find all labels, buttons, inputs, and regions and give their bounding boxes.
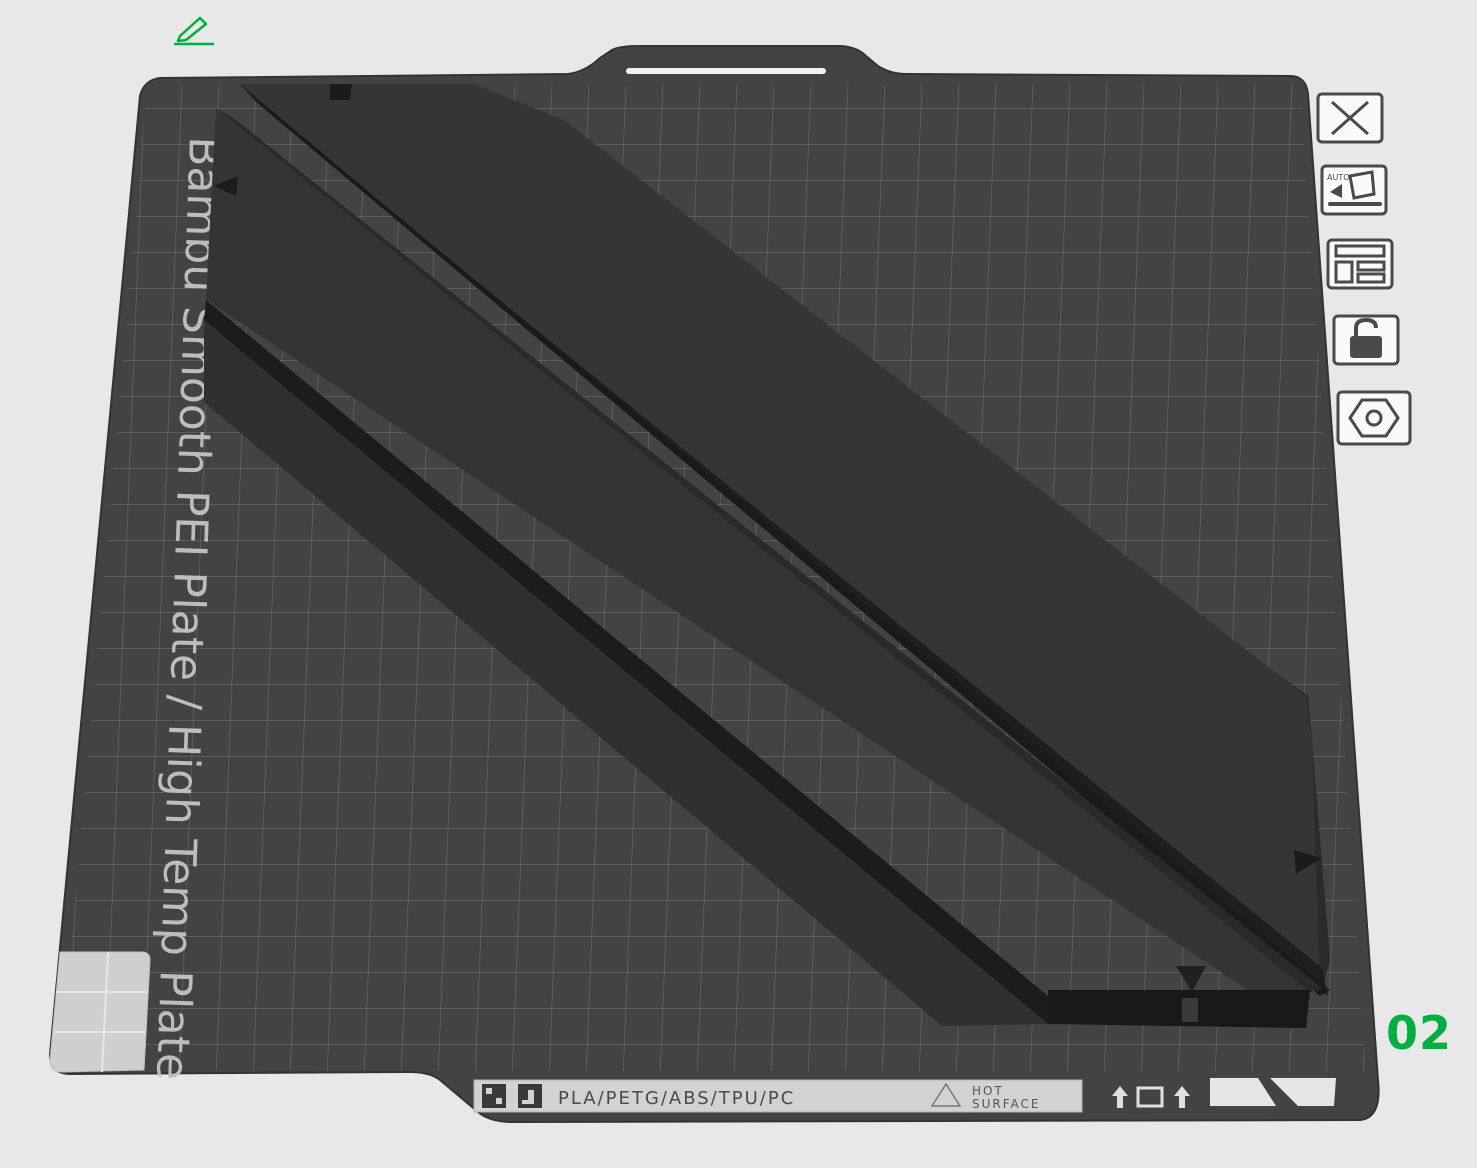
build-plate-viewport[interactable]: Bambu Smooth PEI Plate / High Temp Plate… [0, 0, 1477, 1168]
arrange-icon [1326, 238, 1394, 290]
plate-settings-button[interactable] [1336, 390, 1412, 446]
remove-plate-button[interactable] [1316, 92, 1384, 144]
arrange-button[interactable] [1326, 238, 1394, 290]
hex-settings-icon [1336, 390, 1412, 446]
hot-surface-line1: HOT [972, 1084, 1004, 1098]
pencil-icon[interactable] [170, 10, 218, 46]
hot-surface-line2: SURFACE [972, 1097, 1041, 1111]
auto-orient-icon: AUTO [1320, 164, 1388, 216]
materials-text: PLA/PETG/ABS/TPU/PC [558, 1088, 795, 1109]
close-icon [1316, 92, 1384, 144]
lock-plate-button[interactable] [1332, 314, 1400, 366]
plate-number: 02 [1386, 1006, 1453, 1060]
auto-orient-button[interactable]: AUTO [1320, 164, 1388, 216]
auto-orient-label: AUTO [1327, 173, 1350, 182]
unlock-icon [1332, 314, 1400, 366]
